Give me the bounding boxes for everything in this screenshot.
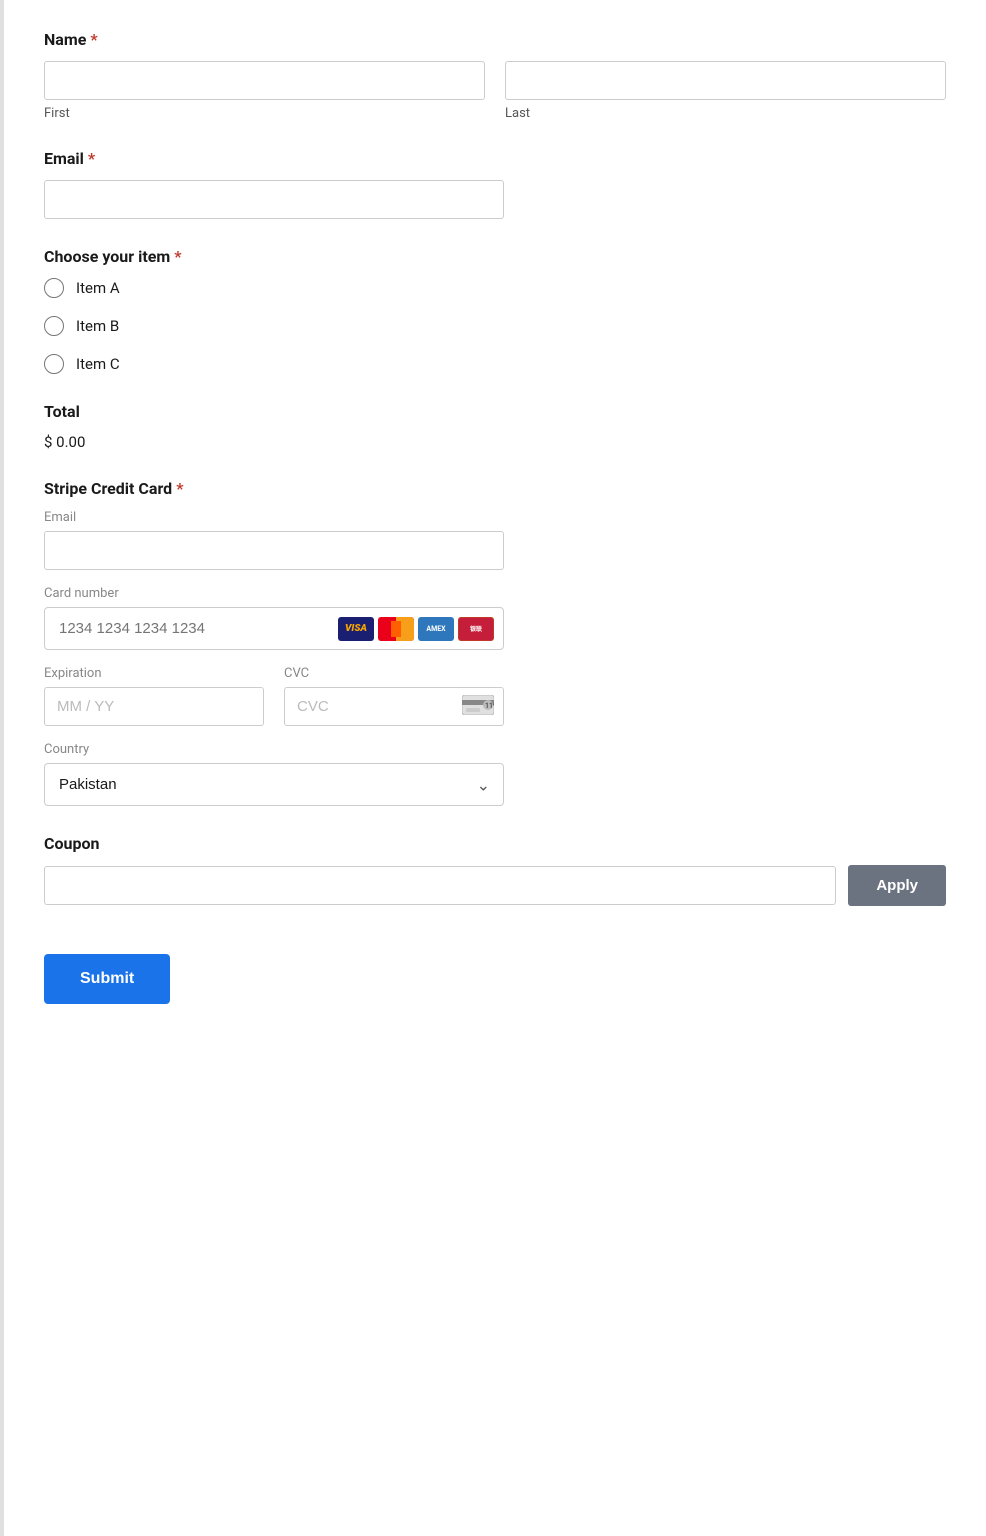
total-section: Total $ 0.00 [44,402,946,451]
email-input[interactable] [44,180,504,219]
email-label: Email * [44,149,946,168]
expiry-cvc-row: Expiration CVC 119 [44,666,504,726]
card-icons: VISA AMEX 银联 [338,617,494,641]
last-name-col: Last [505,61,946,121]
email-label-text: Email [44,149,84,168]
choose-item-required: * [174,247,181,266]
page-container: Name * First Last Email * Choose your it… [0,0,986,1536]
email-required: * [88,149,95,168]
apply-button[interactable]: Apply [848,865,946,906]
expiry-label: Expiration [44,666,264,681]
cvc-card-icon: 119 [462,695,494,719]
stripe-email-input[interactable] [44,531,504,570]
coupon-input[interactable] [44,866,836,905]
svg-text:119: 119 [485,702,494,710]
card-number-label: Card number [44,586,946,601]
stripe-label-text: Stripe Credit Card [44,479,172,498]
submit-section: Submit [44,934,946,1004]
radio-group: Item A Item B Item C [44,278,946,374]
total-amount: $ 0.00 [44,433,946,451]
first-name-input[interactable] [44,61,485,100]
submit-button[interactable]: Submit [44,954,170,1004]
total-label: Total [44,402,946,421]
first-name-col: First [44,61,485,121]
stripe-required: * [176,479,183,498]
stripe-section: Stripe Credit Card * Email Card number V… [44,479,946,806]
last-sub-label: Last [505,106,946,121]
card-number-group: Card number VISA AMEX 银联 [44,586,946,650]
last-name-input[interactable] [505,61,946,100]
expiry-cvc-group: Expiration CVC 119 [44,666,946,726]
radio-input-c[interactable] [44,354,64,374]
country-group: Country Pakistan United States United Ki… [44,742,946,806]
country-wrapper: Pakistan United States United Kingdom In… [44,763,504,806]
unionpay-icon: 银联 [458,617,494,641]
radio-label-a: Item A [76,279,120,297]
name-label-text: Name [44,30,86,49]
visa-icon: VISA [338,617,374,641]
email-section: Email * [44,149,946,219]
coupon-label: Coupon [44,834,946,853]
card-number-wrapper: VISA AMEX 银联 [44,607,504,650]
radio-item-c[interactable]: Item C [44,354,946,374]
cvc-wrapper: 119 [284,687,504,726]
cvc-label: CVC [284,666,504,681]
radio-item-b[interactable]: Item B [44,316,946,336]
mastercard-icon [378,617,414,641]
radio-label-c: Item C [76,355,120,373]
country-select[interactable]: Pakistan United States United Kingdom In… [44,763,504,806]
radio-input-a[interactable] [44,278,64,298]
name-required: * [90,30,97,49]
first-sub-label: First [44,106,485,121]
choose-item-section: Choose your item * Item A Item B Item C [44,247,946,374]
expiry-input[interactable] [44,687,264,726]
choose-item-label-text: Choose your item [44,247,170,266]
amex-icon: AMEX [418,617,454,641]
stripe-label: Stripe Credit Card * [44,479,946,498]
stripe-email-group: Email [44,510,946,570]
coupon-row: Apply [44,865,946,906]
name-section: Name * First Last [44,30,946,121]
radio-item-a[interactable]: Item A [44,278,946,298]
choose-item-label: Choose your item * [44,247,946,266]
radio-label-b: Item B [76,317,119,335]
name-row: First Last [44,61,946,121]
name-label: Name * [44,30,946,49]
cvc-col: CVC 119 [284,666,504,726]
coupon-section: Coupon Apply [44,834,946,906]
expiry-col: Expiration [44,666,264,726]
stripe-email-label: Email [44,510,946,525]
country-label: Country [44,742,946,757]
radio-input-b[interactable] [44,316,64,336]
